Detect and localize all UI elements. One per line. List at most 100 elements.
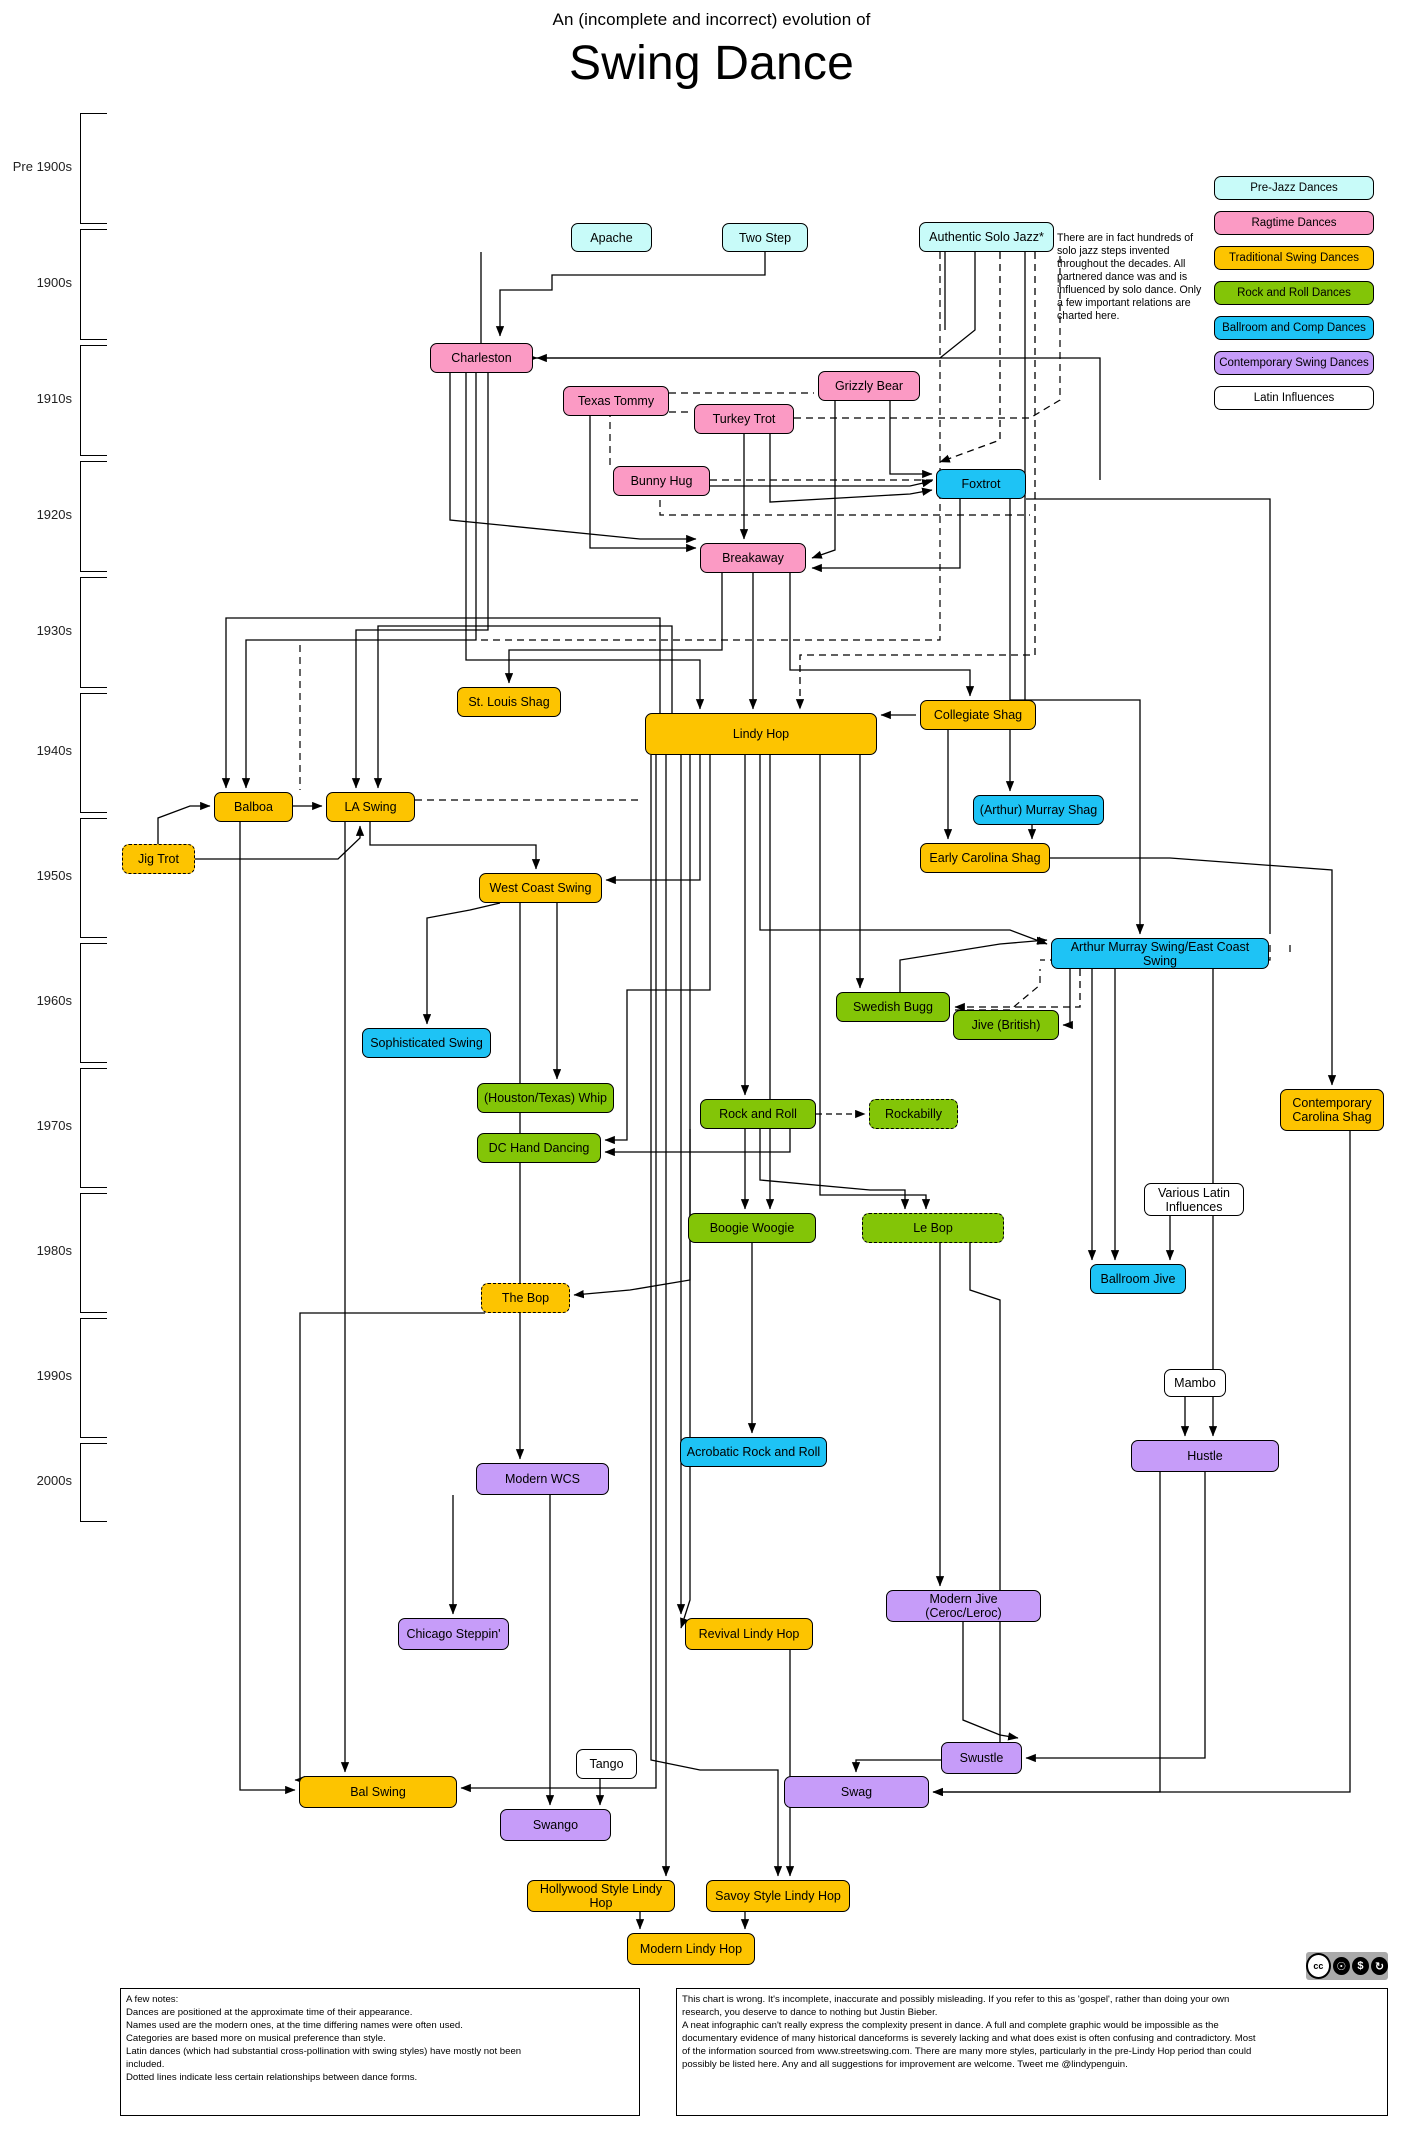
infographic-canvas: An (incomplete and incorrect) evolution …	[0, 0, 1423, 2150]
legend-item-ragtime: Ragtime Dances	[1214, 211, 1374, 235]
dance-node-acrobatic[interactable]: Acrobatic Rock and Roll	[680, 1437, 827, 1467]
legend-item-latin: Latin Influences	[1214, 386, 1374, 410]
dance-node-whip[interactable]: (Houston/Texas) Whip	[477, 1083, 614, 1113]
decade-bracket	[80, 693, 107, 813]
legend: Pre-Jazz Dances Ragtime Dances Traditional…	[1214, 176, 1374, 421]
dance-node-swango[interactable]: Swango	[500, 1809, 611, 1841]
dance-node-contemp-carolina[interactable]: Contemporary Carolina Shag	[1280, 1089, 1384, 1131]
decade-label-1990s: 1990s	[36, 1368, 72, 1383]
dance-node-ballroom-jive[interactable]: Ballroom Jive	[1090, 1264, 1186, 1294]
decade-label-1920s: 1920s	[36, 506, 72, 522]
dance-node-modern-wcs[interactable]: Modern WCS	[476, 1463, 609, 1495]
notes-left-line-7: Dotted lines indicate less certain relat…	[126, 2072, 418, 2084]
dance-node-mambo[interactable]: Mambo	[1164, 1369, 1226, 1397]
dance-node-dc-hand[interactable]: DC Hand Dancing	[477, 1133, 601, 1163]
decade-label-1970s: 1970s	[36, 1118, 72, 1133]
dance-node-jig-trot[interactable]: Jig Trot	[122, 844, 195, 874]
dance-node-revival-lindy[interactable]: Revival Lindy Hop	[685, 1618, 813, 1650]
dance-node-la-swing[interactable]: LA Swing	[326, 792, 415, 822]
notes-left-line-5: Latin dances (which had substantial cros…	[126, 2046, 522, 2058]
notes-right-line-4: documentary evidence of many historical …	[682, 2033, 1256, 2045]
decade-bracket	[80, 818, 107, 938]
decade-label-1930s: 1930s	[36, 622, 72, 638]
dance-node-modern-jive[interactable]: Modern Jive (Ceroc/Leroc)	[886, 1590, 1041, 1622]
decade-bracket	[80, 345, 107, 456]
decade-bracket	[80, 1318, 107, 1438]
dance-node-tango[interactable]: Tango	[576, 1749, 637, 1779]
cc-nc-icon: $	[1351, 1957, 1369, 1975]
decade-bracket	[80, 113, 107, 224]
dance-node-wcs[interactable]: West Coast Swing	[479, 873, 602, 903]
notes-right-line-1: This chart is wrong. It's incomplete, in…	[682, 1994, 1230, 2005]
dance-node-collegiate[interactable]: Collegiate Shag	[920, 700, 1036, 730]
notes-right-box: This chart is wrong. It's incomplete, in…	[676, 1988, 1388, 2116]
dance-node-arthur-murray[interactable]: Arthur Murray Swing/East Coast Swing	[1051, 938, 1269, 969]
decade-bracket	[80, 1193, 107, 1313]
legend-item-prejazz: Pre-Jazz Dances	[1214, 176, 1374, 200]
dance-node-two-step[interactable]: Two Step	[722, 223, 808, 252]
decade-bracket	[80, 1443, 107, 1522]
dance-node-foxtrot[interactable]: Foxtrot	[936, 469, 1026, 499]
legend-item-contemp: Contemporary Swing Dances	[1214, 351, 1374, 375]
decade-label-pre-1900s: Pre 1900s	[12, 158, 72, 174]
dance-node-texas-tommy[interactable]: Texas Tommy	[563, 386, 669, 416]
solo-jazz-note: There are in fact hundreds of solo jazz …	[1057, 232, 1202, 322]
dance-node-grizzly-bear[interactable]: Grizzly Bear	[818, 371, 920, 401]
dance-node-swustle[interactable]: Swustle	[941, 1742, 1022, 1774]
dance-node-savoy[interactable]: Savoy Style Lindy Hop	[706, 1880, 850, 1912]
dance-node-swag[interactable]: Swag	[784, 1776, 929, 1808]
edge-layer	[157, 252, 1351, 1930]
cc-by-icon: ☉	[1332, 1957, 1350, 1975]
notes-right-line-3: A neat infographic can't really express …	[682, 2020, 1219, 2032]
legend-item-ball: Ballroom and Comp Dances	[1214, 316, 1374, 340]
page-subtitle: An (incomplete and incorrect) evolution …	[552, 10, 871, 29]
notes-left-line-2: Dances are positioned at the approximate…	[126, 2007, 413, 2019]
notes-left-line-1: A few notes:	[126, 1994, 179, 2005]
dance-node-st-louis-shag[interactable]: St. Louis Shag	[457, 687, 561, 717]
dance-node-charleston[interactable]: Charleston	[430, 343, 533, 373]
decade-bracket	[80, 1068, 107, 1188]
decade-bracket	[80, 577, 107, 688]
dance-node-le-bop[interactable]: Le Bop	[862, 1213, 1004, 1243]
decade-label-1980s: 1980s	[36, 1243, 72, 1258]
dance-node-apache[interactable]: Apache	[571, 223, 652, 252]
decade-label-2000s: 2000s	[36, 1472, 72, 1488]
decade-label-1950s: 1950s	[36, 868, 72, 883]
notes-left-line-4: Categories are based more on musical pre…	[126, 2033, 386, 2045]
dance-node-chicago[interactable]: Chicago Steppin'	[398, 1618, 509, 1650]
legend-item-trad: Traditional Swing Dances	[1214, 246, 1374, 270]
dance-node-breakaway[interactable]: Breakaway	[700, 543, 806, 573]
dance-node-boogie-woogie[interactable]: Boogie Woogie	[688, 1213, 816, 1243]
dance-node-rockabilly[interactable]: Rockabilly	[869, 1099, 958, 1129]
dance-node-modern-lindy[interactable]: Modern Lindy Hop	[627, 1933, 755, 1965]
decade-label-1940s: 1940s	[36, 743, 72, 758]
dance-node-the-bop[interactable]: The Bop	[481, 1283, 570, 1313]
notes-left-line-3: Names used are the modern ones, at the t…	[126, 2020, 463, 2032]
notes-right-line-2: research, you deserve to dance to nothin…	[682, 2007, 938, 2019]
dance-node-jive-british[interactable]: Jive (British)	[953, 1010, 1059, 1040]
notes-right-line-6: possibly be listed here. Any and all sug…	[682, 2059, 1128, 2071]
dance-node-bunny-hug[interactable]: Bunny Hug	[613, 466, 710, 496]
dance-node-swedish-bugg[interactable]: Swedish Bugg	[836, 992, 950, 1022]
decade-bracket	[80, 943, 107, 1063]
decade-label-1960s: 1960s	[36, 993, 72, 1008]
dance-node-solo-jazz[interactable]: Authentic Solo Jazz*	[919, 222, 1054, 252]
cc-sa-icon: ↻	[1370, 1957, 1388, 1975]
dance-node-murray-shag[interactable]: (Arthur) Murray Shag	[973, 795, 1104, 825]
notes-left-box: A few notes: Dances are positioned at the…	[120, 1988, 640, 2116]
notes-left-line-6: included.	[126, 2059, 165, 2071]
dance-node-balboa[interactable]: Balboa	[214, 792, 293, 822]
dance-node-early-carolina[interactable]: Early Carolina Shag	[920, 843, 1050, 873]
cc-license-badge: cc ☉ $ ↻	[1306, 1952, 1388, 1980]
dance-node-bal-swing[interactable]: Bal Swing	[299, 1776, 457, 1808]
dance-node-latin-infl[interactable]: Various Latin Influences	[1144, 1183, 1244, 1216]
dance-node-sophisticated[interactable]: Sophisticated Swing	[362, 1028, 491, 1058]
dance-node-turkey-trot[interactable]: Turkey Trot	[694, 404, 794, 434]
decade-label-1900s: 1900s	[36, 274, 72, 290]
dance-node-rock-and-roll[interactable]: Rock and Roll	[700, 1099, 816, 1129]
notes-right-line-5: of the information sourced from www.stre…	[682, 2046, 1252, 2058]
dance-node-hollywood[interactable]: Hollywood Style Lindy Hop	[527, 1880, 675, 1912]
dance-node-lindy-hop[interactable]: Lindy Hop	[645, 713, 877, 755]
dance-node-hustle[interactable]: Hustle	[1131, 1440, 1279, 1472]
legend-item-rock: Rock and Roll Dances	[1214, 281, 1374, 305]
